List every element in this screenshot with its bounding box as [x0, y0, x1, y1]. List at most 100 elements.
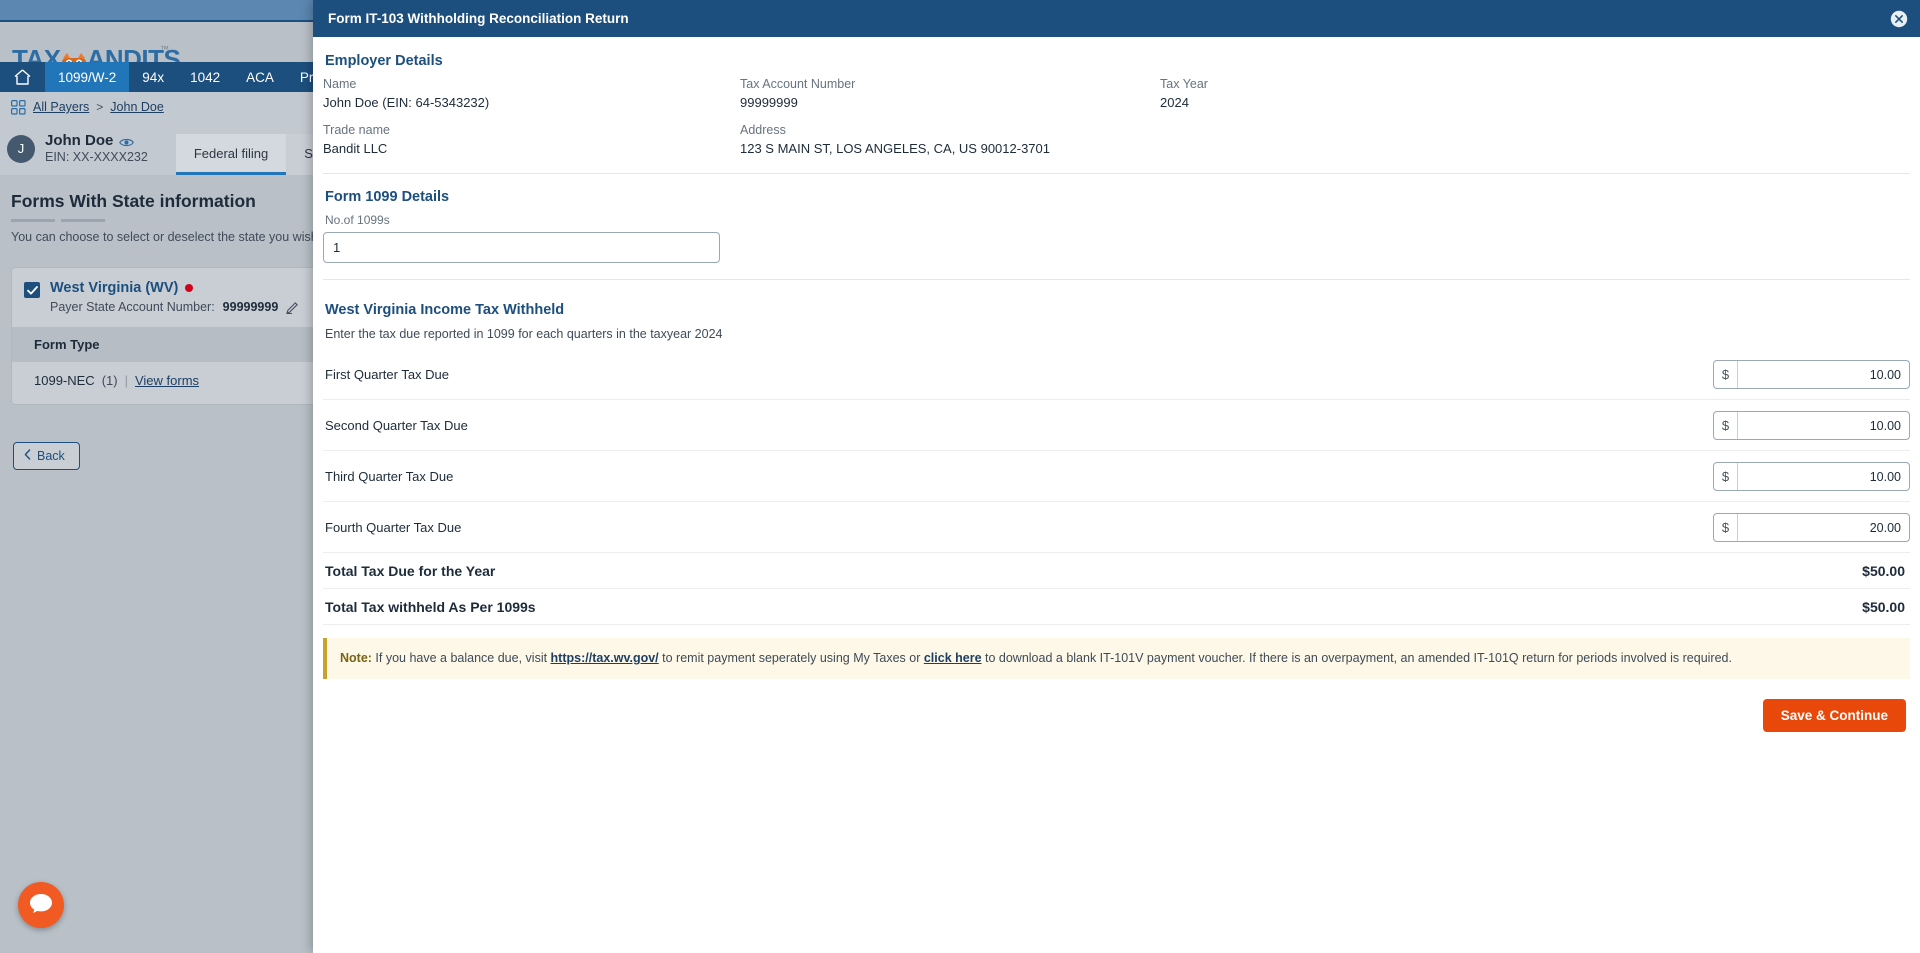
chat-bubble-icon — [29, 892, 53, 919]
row-separator: | — [124, 373, 128, 388]
quarter-amount-input[interactable] — [1738, 519, 1909, 536]
payer-info: John Doe EIN: XX-XXXX232 — [45, 132, 148, 166]
note-label: Note: — [340, 651, 372, 665]
status-badge-red-dot — [185, 284, 194, 292]
total-tax-due-label: Total Tax Due for the Year — [325, 563, 496, 579]
state-name: West Virginia (WV) — [50, 280, 179, 296]
avatar: J — [7, 134, 35, 163]
save-and-continue-button[interactable]: Save & Continue — [1762, 699, 1906, 733]
nav-item-94x[interactable]: 94x — [129, 62, 177, 92]
no-of-1099s-label: No.of 1099s — [325, 213, 390, 227]
nav-home-icon[interactable] — [0, 62, 45, 92]
breadcrumb-current[interactable]: John Doe — [110, 100, 164, 114]
modal-header: Form IT-103 Withholding Reconciliation R… — [313, 0, 1920, 37]
state-details: West Virginia (WV) Payer State Account N… — [50, 280, 299, 314]
pencil-edit-icon[interactable] — [286, 301, 299, 314]
eye-icon[interactable] — [119, 135, 135, 146]
nav-item-1099-w2[interactable]: 1099/W-2 — [45, 62, 130, 92]
quarter-label: Second Quarter Tax Due — [325, 418, 468, 433]
total-tax-due-row: Total Tax Due for the Year $50.00 — [323, 553, 1910, 589]
divider-2 — [323, 279, 1910, 280]
modal-body: Employer Details Name Tax Account Number… — [313, 37, 1920, 733]
tax-wv-gov-link[interactable]: https://tax.wv.gov/ — [551, 651, 659, 665]
payer-state-account-value: 99999999 — [222, 300, 279, 314]
form-type-name: 1099-NEC — [34, 373, 95, 388]
quarter-amount-field[interactable]: $ — [1713, 462, 1910, 491]
quarter-amount-input[interactable] — [1738, 366, 1909, 383]
dollar-sign-icon: $ — [1714, 412, 1738, 439]
dollar-sign-icon: $ — [1714, 361, 1738, 388]
payer-ein: EIN: XX-XXXX232 — [45, 150, 148, 164]
form-1099-details-title: Form 1099 Details — [325, 189, 450, 205]
quarter-rows: First Quarter Tax Due $ Second Quarter T… — [323, 349, 1910, 553]
modal-footer: Save & Continue — [323, 699, 1910, 733]
chat-widget-button[interactable] — [18, 882, 64, 928]
trade-name-value: Bandit LLC — [323, 141, 388, 156]
quarter-row: First Quarter Tax Due $ — [323, 349, 1910, 400]
total-tax-due-value: $50.00 — [1862, 563, 1905, 579]
tax-year-value: 2024 — [1160, 95, 1189, 110]
employer-details-grid: Name Tax Account Number Tax Year John Do… — [323, 77, 1910, 169]
back-button-label: Back — [37, 449, 65, 463]
form-it103-modal: Form IT-103 Withholding Reconciliation R… — [313, 0, 1920, 953]
total-tax-withheld-label: Total Tax withheld As Per 1099s — [325, 599, 536, 615]
payer-state-account-label: Payer State Account Number: — [50, 300, 215, 314]
quarter-row: Third Quarter Tax Due $ — [323, 451, 1910, 502]
quarter-row: Second Quarter Tax Due $ — [323, 400, 1910, 451]
no-of-1099s-input[interactable] — [323, 232, 720, 263]
state-checkbox[interactable] — [24, 282, 40, 298]
quarter-label: First Quarter Tax Due — [325, 367, 450, 382]
name-label: Name — [323, 77, 357, 91]
trademark-symbol: ™ — [160, 44, 169, 54]
address-label: Address — [740, 123, 786, 137]
employer-details-title: Employer Details — [325, 53, 443, 69]
chevron-left-icon — [24, 449, 31, 463]
quarter-amount-input[interactable] — [1738, 417, 1909, 434]
dollar-sign-icon: $ — [1714, 463, 1738, 490]
payer-name: John Doe — [45, 131, 114, 149]
payer-name-row: John Doe — [45, 132, 148, 149]
tax-account-number-label: Tax Account Number — [740, 77, 856, 91]
wv-income-tax-withheld-title: West Virginia Income Tax Withheld — [325, 302, 565, 318]
note-part-1: If you have a balance due, visit — [371, 651, 551, 665]
state-name-row: West Virginia (WV) — [50, 280, 299, 296]
quarter-amount-field[interactable]: $ — [1713, 513, 1910, 542]
nav-item-1042[interactable]: 1042 — [177, 62, 233, 92]
form-1099-details-section: Form 1099 Details No.of 1099s — [323, 189, 1910, 263]
address-value: 123 S MAIN ST, LOS ANGELES, CA, US 90012… — [740, 141, 1050, 156]
title-underline-decoration — [11, 219, 105, 222]
divider — [323, 173, 1910, 174]
close-icon[interactable] — [1890, 10, 1908, 28]
page-subtitle: You can choose to select or deselect the… — [11, 230, 350, 244]
grid-view-icon[interactable] — [11, 99, 26, 115]
note-callout: Note: If you have a balance due, visit h… — [323, 638, 1910, 680]
page-title: Forms With State information — [11, 191, 256, 211]
name-value: John Doe (EIN: 64-5343232) — [323, 95, 490, 110]
tax-account-number-value: 99999999 — [740, 95, 798, 110]
empty-value-cell — [1160, 141, 1910, 169]
click-here-link[interactable]: click here — [924, 651, 982, 665]
quarter-label: Fourth Quarter Tax Due — [325, 520, 462, 535]
note-part-2: to remit payment seperately using My Tax… — [658, 651, 924, 665]
tax-year-label: Tax Year — [1160, 77, 1208, 91]
breadcrumb-separator: > — [96, 100, 104, 114]
modal-title: Form IT-103 Withholding Reconciliation R… — [328, 11, 629, 26]
payer-state-account: Payer State Account Number: 99999999 — [50, 300, 299, 314]
quarter-amount-field[interactable]: $ — [1713, 411, 1910, 440]
quarter-row: Fourth Quarter Tax Due $ — [323, 502, 1910, 553]
quarter-label: Third Quarter Tax Due — [325, 469, 454, 484]
breadcrumb-all-payers[interactable]: All Payers — [33, 100, 89, 114]
form-type-count: (1) — [101, 373, 118, 388]
back-button[interactable]: Back — [13, 442, 80, 470]
note-part-3: to download a blank IT-101V payment vouc… — [981, 651, 1732, 665]
tab-federal-filing[interactable]: Federal filing — [175, 134, 287, 175]
quarter-amount-field[interactable]: $ — [1713, 360, 1910, 389]
view-forms-link[interactable]: View forms — [135, 373, 199, 388]
wv-instruction-text: Enter the tax due reported in 1099 for e… — [325, 327, 723, 341]
total-tax-withheld-value: $50.00 — [1862, 599, 1905, 615]
empty-label-cell — [1160, 123, 1910, 141]
nav-item-aca[interactable]: ACA — [233, 62, 287, 92]
dollar-sign-icon: $ — [1714, 514, 1738, 541]
quarter-amount-input[interactable] — [1738, 468, 1909, 485]
trade-name-label: Trade name — [323, 123, 390, 137]
